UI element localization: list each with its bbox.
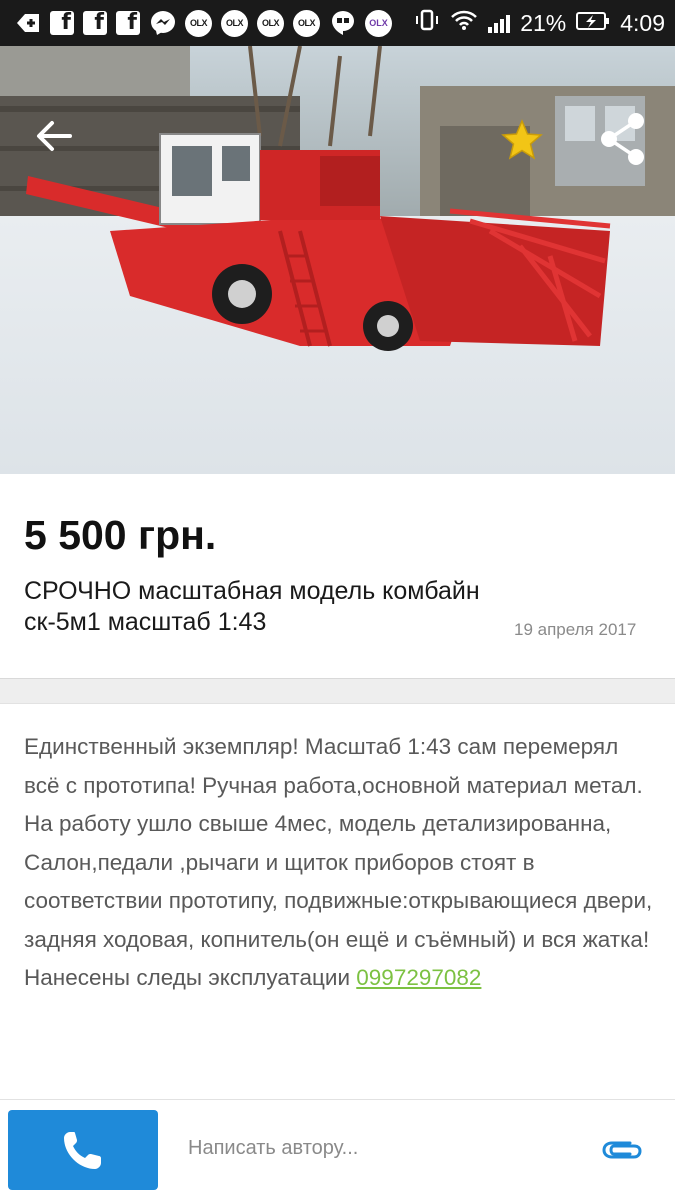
hangouts-icon bbox=[329, 10, 356, 37]
phone-number-link[interactable]: 0997297082 bbox=[356, 965, 481, 990]
description-text: Единственный экземпляр! Масштаб 1:43 сам… bbox=[24, 734, 653, 990]
listing-date: 19 апреля 2017 bbox=[514, 620, 637, 639]
messenger-icon bbox=[149, 10, 176, 37]
notification-icons: f f f OLX OLX OLX OLX OLX bbox=[14, 9, 392, 37]
listing-description: Единственный экземпляр! Масштаб 1:43 сам… bbox=[24, 728, 654, 998]
attachment-icon[interactable] bbox=[600, 1134, 644, 1166]
favorite-star-icon[interactable] bbox=[500, 118, 544, 162]
olx-icon: OLX bbox=[221, 9, 248, 37]
battery-icon bbox=[576, 10, 610, 37]
signal-icon bbox=[488, 13, 511, 33]
back-arrow-icon[interactable] bbox=[34, 116, 74, 156]
battery-percent: 21% bbox=[520, 9, 567, 36]
facebook-icon: f bbox=[83, 10, 107, 35]
share-icon[interactable] bbox=[600, 112, 646, 166]
listing-title: СРОЧНО масштабная модель комбайн ск-5м1 … bbox=[24, 577, 480, 636]
facebook-icon: f bbox=[50, 10, 74, 35]
listing-photo bbox=[0, 46, 675, 474]
olx-color-icon: OLX bbox=[365, 9, 392, 37]
call-button[interactable] bbox=[8, 1110, 158, 1190]
status-bar: f f f OLX OLX OLX OLX OLX 21% 4:09 bbox=[0, 0, 675, 46]
olx-icon: OLX bbox=[257, 9, 284, 37]
listing-photo-gallery[interactable] bbox=[0, 46, 675, 474]
phone-icon bbox=[64, 1132, 101, 1169]
vibrate-icon bbox=[414, 8, 440, 38]
olx-icon: OLX bbox=[293, 9, 320, 37]
listing-price: 5 500 грн. bbox=[24, 512, 217, 558]
wifi-icon bbox=[450, 9, 478, 37]
add-icon bbox=[14, 10, 41, 37]
message-author-input[interactable]: Написать автору... bbox=[188, 1137, 358, 1160]
clock: 4:09 bbox=[620, 9, 665, 36]
section-divider bbox=[0, 678, 675, 704]
facebook-icon: f bbox=[116, 10, 140, 35]
olx-icon: OLX bbox=[185, 9, 212, 37]
system-indicators: 21% 4:09 bbox=[414, 8, 665, 38]
